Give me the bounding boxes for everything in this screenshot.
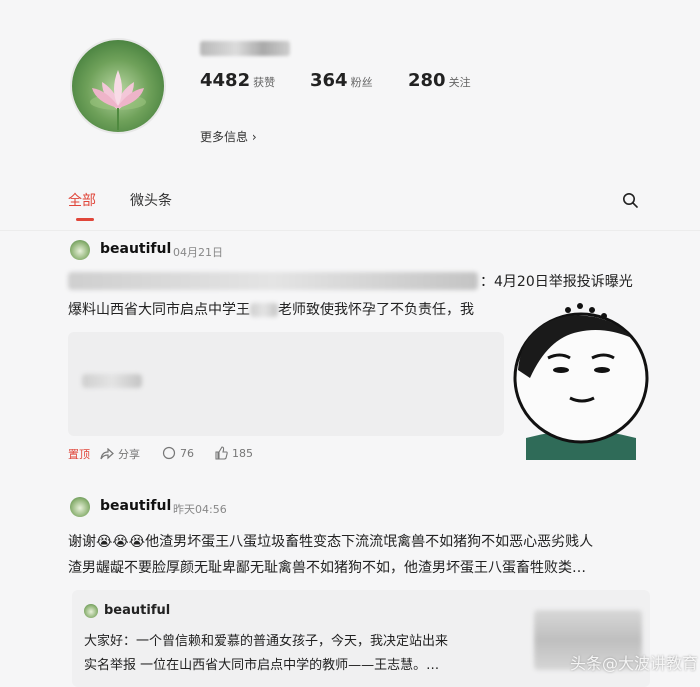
quote-avatar — [84, 604, 98, 618]
quote-line2: 实名举报 一位在山西省大同市启点中学的教师——王志慧。… — [84, 658, 440, 673]
post1-comment-button[interactable]: 76 — [162, 446, 194, 460]
post1-line2-b: 老师致使我怀孕了不负责任，我 — [278, 302, 474, 318]
pin-label: 置顶 — [68, 448, 90, 461]
post1-like-button[interactable]: 185 — [214, 446, 253, 460]
post1-author[interactable]: beautiful — [100, 241, 171, 257]
stat-likes[interactable]: 4482 获赞 — [200, 70, 275, 91]
share-icon — [100, 448, 114, 460]
quote-line1: 大家好：一个曾信赖和爱慕的普通女孩子，今天，我决定站出来 — [84, 634, 449, 649]
post2-avatar[interactable] — [70, 497, 90, 517]
stat-following[interactable]: 280 关注 — [408, 70, 471, 91]
stat-followers[interactable]: 364 粉丝 — [310, 70, 373, 91]
share-label: 分享 — [118, 448, 140, 461]
post2-line1: 谢谢😭😭😭他渣男坏蛋王八蛋垃圾畜牲变态下流流氓禽兽不如猪狗不如恶心恶劣贱人 — [68, 534, 594, 550]
profile-avatar[interactable] — [70, 38, 166, 134]
tab-active-indicator — [76, 218, 94, 221]
post1-blurred-text — [68, 272, 478, 290]
comment-icon — [162, 446, 176, 460]
followers-label: 粉丝 — [350, 76, 373, 89]
post1-media-card[interactable] — [68, 332, 504, 436]
post2-author[interactable]: beautiful — [100, 498, 171, 514]
post2-quote-card[interactable]: beautiful 大家好：一个曾信赖和爱慕的普通女孩子，今天，我决定站出来 实… — [72, 590, 650, 687]
tab-micro-headlines[interactable]: 微头条 — [130, 190, 172, 210]
like-count: 185 — [232, 446, 253, 460]
followers-count: 364 — [310, 70, 348, 91]
post1-line2: 爆料山西省大同市启点中学王 老师致使我怀孕了不负责任，我 — [68, 298, 474, 322]
thumbs-up-icon — [215, 446, 228, 460]
comment-count: 76 — [180, 446, 194, 460]
more-info-link[interactable]: 更多信息 › — [200, 128, 257, 145]
search-icon[interactable] — [622, 192, 638, 208]
post2-line2: 渣男龌龊不要脸厚颜无耻卑鄙无耻禽兽不如猪狗不如，他渣男坏蛋王八蛋畜牲败类… — [68, 560, 586, 576]
post1-card-blurred-text — [82, 374, 142, 388]
post2-time: 昨天04:56 — [173, 503, 227, 516]
tab-all[interactable]: 全部 — [68, 190, 96, 210]
post1-avatar[interactable] — [70, 240, 90, 260]
username-blurred — [200, 41, 290, 56]
likes-label: 获赞 — [253, 76, 276, 89]
post1-time: 04月21日 — [173, 246, 223, 259]
post1-line1: ：4月20日举报投诉曝光 — [480, 274, 633, 290]
tabs-divider — [0, 230, 700, 231]
post1-line2-a: 爆料山西省大同市启点中学王 — [68, 302, 250, 318]
quote-author: beautiful — [104, 603, 171, 618]
lotus-icon — [90, 70, 146, 130]
meme-face-image — [508, 298, 654, 460]
watermark: 头条@大波讲教育 — [570, 654, 699, 673]
post1-share-button[interactable]: 分享 — [100, 446, 140, 462]
post1-name-blur — [250, 303, 278, 317]
likes-count: 4482 — [200, 70, 251, 91]
post1-pin-badge: 置顶 — [68, 446, 90, 462]
following-label: 关注 — [448, 76, 471, 89]
following-count: 280 — [408, 70, 446, 91]
